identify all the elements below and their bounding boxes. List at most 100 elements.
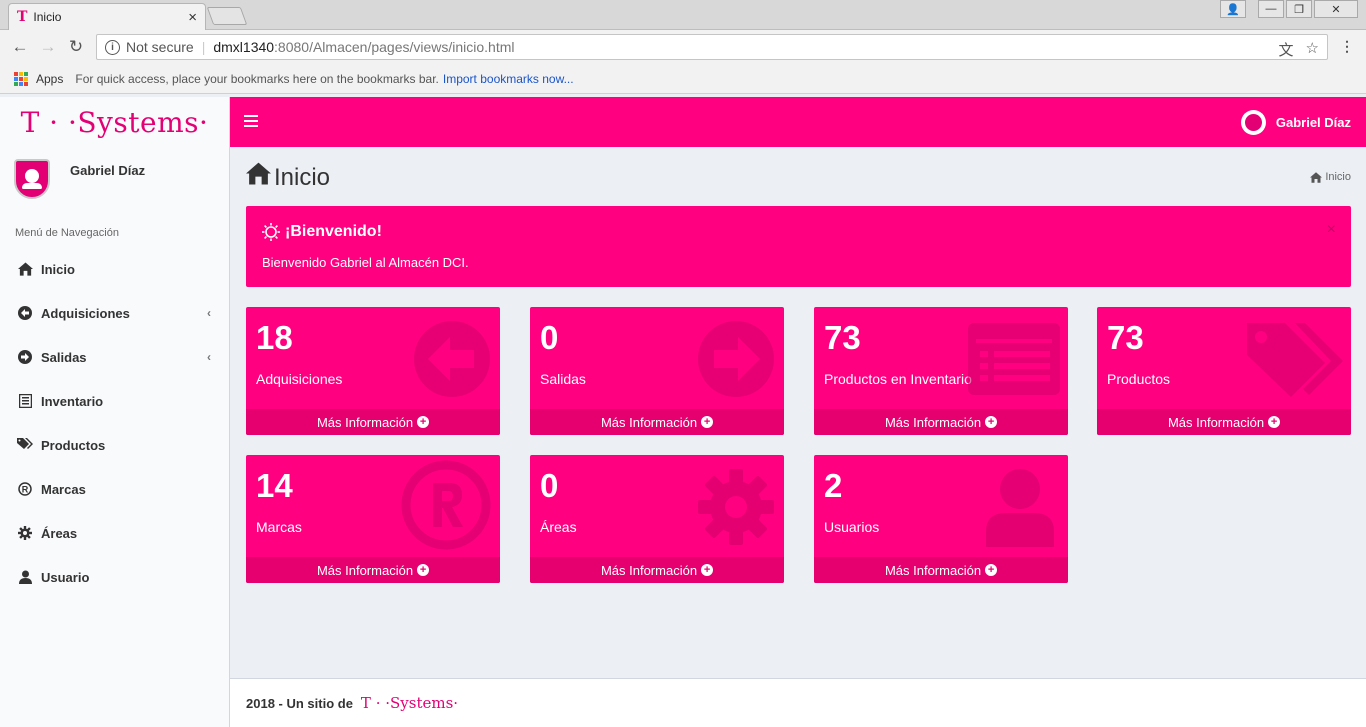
sidebar-item-usuario[interactable]: Usuario (0, 555, 229, 599)
plus-circle-icon: + (1268, 416, 1281, 428)
url-path: :8080/Almacen/pages/views/inicio.html (274, 39, 515, 55)
browser-tab[interactable]: T Inicio × (8, 3, 206, 30)
sidebar-item-productos[interactable]: Productos (0, 423, 229, 467)
more-info-link[interactable]: Más Información + (246, 557, 500, 583)
apps-link[interactable]: Apps (36, 72, 63, 86)
top-navbar: Gabriel Díaz (230, 97, 1366, 147)
more-info-link[interactable]: Más Información + (530, 409, 784, 435)
info-icon[interactable]: i (105, 39, 120, 55)
home-icon (246, 162, 271, 190)
sidebar-item-label: Productos (41, 437, 106, 453)
tags-icon (1247, 323, 1343, 397)
more-info-label: Más Información (600, 562, 698, 578)
box-label: Salidas (540, 371, 586, 387)
box-value: 14 (256, 467, 293, 504)
gear-icon (698, 469, 774, 545)
box-value: 18 (256, 319, 293, 356)
address-actions: 文 ☆ (1279, 39, 1319, 60)
box-label: Marcas (256, 519, 302, 535)
content-header: Inicio Inicio (246, 160, 1351, 196)
bookmarks-bar: Apps For quick access, place your bookma… (0, 64, 1366, 94)
browser-toolbar: ← → ↻ i Not secure | dmxl1340 :8080/Alma… (0, 30, 1366, 64)
close-icon[interactable]: × (1327, 221, 1336, 239)
plus-circle-icon: + (985, 416, 998, 428)
arrow-circle-right-icon (17, 350, 33, 364)
tab-favicon-icon: T (17, 9, 28, 25)
user-menu[interactable]: Gabriel Díaz (1240, 110, 1351, 135)
breadcrumb-label: Inicio (1325, 171, 1351, 183)
avatar (14, 159, 50, 199)
sidebar-item-areas[interactable]: Áreas (0, 511, 229, 555)
tab-title: Inicio (33, 10, 62, 24)
more-info-label: Más Información (316, 414, 414, 430)
registered-icon: R (17, 482, 33, 496)
sidebar-item-salidas[interactable]: Salidas ‹ (0, 335, 229, 379)
back-button[interactable]: ← (6, 33, 34, 61)
sidebar-item-label: Adquisiciones (41, 305, 130, 321)
new-tab-button[interactable] (206, 7, 248, 25)
svg-text:R: R (22, 485, 29, 495)
close-window-button[interactable]: ✕ (1314, 0, 1358, 18)
user-name: Gabriel Díaz (70, 163, 146, 178)
small-box-productos: 73 Productos Más Información + (1097, 307, 1351, 435)
box-label: Productos (1107, 371, 1171, 387)
sidebar-item-label: Salidas (41, 349, 87, 365)
sidebar-item-inventario[interactable]: Inventario (0, 379, 229, 423)
sidebar-item-adquisiciones[interactable]: Adquisiciones ‹ (0, 291, 229, 335)
browser-menu-icon[interactable]: ⋮ (1340, 38, 1354, 55)
more-info-link[interactable]: Más Información + (814, 557, 1068, 583)
more-info-label: Más Información (316, 562, 414, 578)
translate-icon[interactable]: 文 (1279, 39, 1294, 60)
box-value: 0 (540, 467, 559, 504)
callout-title: ¡Bienvenido! (261, 222, 382, 242)
user-icon (986, 469, 1054, 547)
page-title: Inicio (274, 164, 331, 191)
sidebar-item-inicio[interactable]: Inicio (0, 247, 229, 291)
sidebar-item-label: Inicio (41, 261, 75, 277)
plus-circle-icon: + (701, 416, 714, 428)
more-info-label: Más Información (884, 414, 982, 430)
sidebar-item-label: Áreas (41, 525, 78, 541)
user-avatar-icon (1240, 110, 1266, 135)
more-info-link[interactable]: Más Información + (246, 409, 500, 435)
small-box-usuarios: 2 Usuarios Más Información + (814, 455, 1068, 583)
callout-text: Bienvenido Gabriel al Almacén DCI. (262, 255, 469, 270)
minimize-button[interactable]: — (1258, 0, 1284, 18)
box-label: Productos en Inventario (824, 371, 972, 387)
plus-circle-icon: + (417, 416, 430, 428)
sidebar-item-marcas[interactable]: R Marcas (0, 467, 229, 511)
sidebar: T · ·Systems· Gabriel Díaz Menú de Naveg… (0, 97, 230, 727)
sun-icon (262, 223, 280, 241)
address-separator: | (201, 39, 206, 55)
brand-logo[interactable]: T · ·Systems· (0, 97, 229, 147)
list-alt-icon (17, 394, 33, 408)
small-box-marcas: 14 Marcas Más Información + (246, 455, 500, 583)
box-label: Adquisiciones (256, 371, 343, 387)
tab-close-icon[interactable]: × (188, 9, 197, 26)
restore-button[interactable]: ❐ (1286, 0, 1312, 18)
window-controls: 👤 — ❐ ✕ (1220, 0, 1358, 18)
breadcrumb[interactable]: Inicio (1310, 171, 1351, 183)
address-bar[interactable]: i Not secure | dmxl1340 :8080/Almacen/pa… (96, 34, 1328, 60)
sidebar-item-label: Usuario (41, 569, 90, 585)
reload-button[interactable]: ↻ (62, 33, 90, 61)
plus-circle-icon: + (701, 564, 714, 576)
small-box-productos-inventario: 73 Productos en Inventario Más Informaci… (814, 307, 1068, 435)
user-icon (17, 570, 33, 584)
profile-icon[interactable]: 👤 (1220, 0, 1246, 18)
more-info-link[interactable]: Más Información + (814, 409, 1068, 435)
arrow-circle-left-icon (17, 306, 33, 320)
forward-button[interactable]: → (34, 33, 62, 61)
small-box-areas: 0 Áreas Más Información + (530, 455, 784, 583)
more-info-link[interactable]: Más Información + (1097, 409, 1351, 435)
top-user-name: Gabriel Díaz (1275, 115, 1351, 130)
user-panel: Gabriel Díaz (0, 147, 229, 215)
hamburger-menu-icon[interactable] (244, 115, 258, 130)
apps-icon[interactable] (14, 71, 28, 86)
gear-icon (17, 526, 33, 540)
plus-circle-icon: + (985, 564, 998, 576)
more-info-link[interactable]: Más Información + (530, 557, 784, 583)
import-bookmarks-link[interactable]: Import bookmarks now... (443, 72, 574, 86)
bookmark-star-icon[interactable]: ☆ (1306, 39, 1319, 60)
box-value: 0 (540, 319, 559, 356)
